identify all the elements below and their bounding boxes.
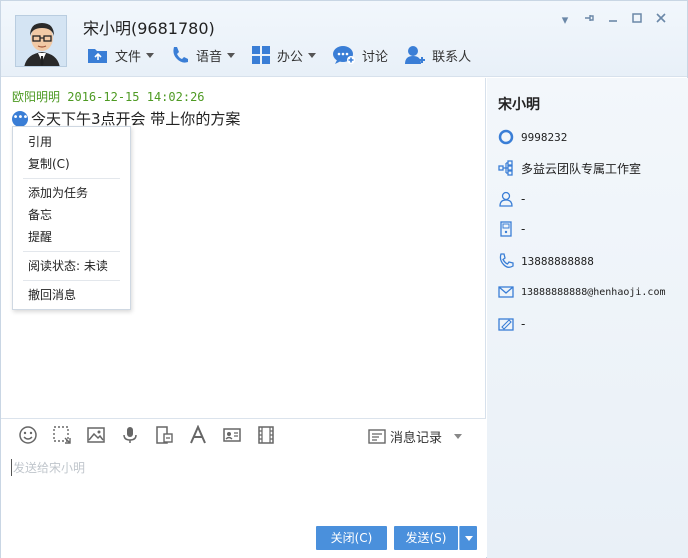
menu-item-read-status[interactable]: 阅读状态: 未读 (13, 255, 130, 277)
menu-item-quote[interactable]: 引用 (13, 131, 130, 153)
profile-mobile-row: 13888888888 (497, 252, 594, 270)
menu-item-copy[interactable]: 复制(C) (13, 153, 130, 175)
phone-icon (497, 252, 515, 270)
discuss-label: 讨论 (362, 49, 389, 65)
chevron-down-icon (464, 536, 473, 541)
add-contact-icon (405, 46, 426, 64)
voice-menu-button[interactable]: 语音 (170, 43, 236, 67)
window-controls: ▾ (553, 11, 673, 31)
profile-id-row: 9998232 (497, 128, 567, 146)
grid-apps-icon (252, 46, 271, 64)
send-button[interactable]: 发送(S) (394, 526, 458, 550)
signature-icon (497, 315, 515, 333)
avatar[interactable] (15, 15, 67, 67)
folder-upload-icon (88, 49, 107, 63)
menu-divider (23, 280, 120, 281)
chevron-down-icon (308, 52, 317, 58)
window-title: 宋小明(9681780) (83, 19, 215, 38)
mail-icon (497, 283, 515, 301)
microphone-icon[interactable] (117, 424, 143, 446)
input-toolbar: 消息记录 (1, 418, 486, 450)
file-label: 文件 (115, 49, 142, 65)
profile-email[interactable]: 13888888888@henhaoji.com (521, 287, 666, 298)
dropdown-menu-icon[interactable]: ▾ (553, 11, 577, 31)
message-header: 欧阳明明 2016-12-15 14:02:26 (12, 88, 205, 105)
chevron-down-icon (146, 52, 155, 58)
sender-name: 欧阳明明 (12, 90, 61, 104)
contacts-label: 联系人 (432, 49, 472, 65)
history-icon (368, 428, 386, 444)
profile-email-row: 13888888888@henhaoji.com (497, 283, 666, 301)
maximize-icon[interactable] (625, 11, 649, 31)
screenshot-icon[interactable] (49, 424, 75, 446)
avatar-image (16, 16, 66, 66)
font-icon[interactable] (185, 424, 211, 446)
context-menu: 引用 复制(C) 添加为任务 备忘 提醒 阅读状态: 未读 撤回消息 (12, 126, 131, 310)
profile-signature: - (521, 317, 526, 331)
minimize-icon[interactable] (601, 11, 625, 31)
chat-bubble-icon (333, 46, 356, 64)
menu-item-recall[interactable]: 撤回消息 (13, 284, 130, 306)
chevron-down-icon (227, 52, 236, 58)
chat-window: 宋小明(9681780) ▾ 文件 语音 办公 讨论 联系人 欧阳明明 2016… (0, 0, 688, 558)
file-menu-button[interactable]: 文件 (87, 43, 155, 67)
profile-ext-row: - (497, 220, 525, 238)
message-history-label: 消息记录 (389, 431, 442, 446)
profile-phone-ext: - (521, 222, 526, 236)
org-chart-icon (497, 159, 515, 177)
profile-panel: 宋小明 9998232 多益云团队专属工作室 - - 13888888888 1… (487, 78, 688, 558)
emoji-icon[interactable] (15, 424, 41, 446)
profile-name: 宋小明 (498, 97, 540, 113)
profile-dept: - (521, 192, 526, 206)
phone-icon (173, 47, 189, 63)
menu-item-remind[interactable]: 提醒 (13, 226, 130, 248)
more-options-icon[interactable]: ••• (12, 110, 28, 127)
image-icon[interactable] (83, 424, 109, 446)
close-icon[interactable] (649, 11, 673, 31)
film-icon[interactable] (253, 424, 279, 446)
office-menu-button[interactable]: 办公 (251, 43, 317, 67)
voice-label: 语音 (196, 49, 223, 65)
menu-item-memo[interactable]: 备忘 (13, 204, 130, 226)
pin-icon[interactable] (577, 11, 601, 31)
profile-org: 多益云团队专属工作室 (521, 161, 642, 176)
profile-signature-row: - (497, 315, 525, 333)
toolbar: 文件 语音 办公 讨论 联系人 (87, 43, 487, 67)
menu-divider (23, 251, 120, 252)
desk-phone-icon (497, 220, 515, 238)
send-file-icon[interactable] (151, 424, 177, 446)
profile-mobile[interactable]: 13888888888 (521, 255, 594, 268)
profile-id: 9998232 (521, 130, 568, 144)
discuss-button[interactable]: 讨论 (332, 43, 388, 67)
ring-icon (497, 128, 515, 146)
business-card-icon[interactable] (219, 424, 245, 446)
person-icon (497, 190, 515, 208)
header: 宋小明(9681780) ▾ 文件 语音 办公 讨论 联系人 (1, 1, 687, 77)
close-button[interactable]: 关闭(C) (316, 526, 387, 550)
input-placeholder: 发送给宋小明 (11, 459, 86, 476)
chevron-down-icon[interactable] (454, 434, 462, 439)
profile-org-row: 多益云团队专属工作室 (497, 159, 641, 177)
contacts-button[interactable]: 联系人 (404, 43, 471, 67)
menu-item-add-task[interactable]: 添加为任务 (13, 182, 130, 204)
menu-divider (23, 178, 120, 179)
message-history-button[interactable]: 消息记录 (368, 427, 462, 446)
message-time: 2016-12-15 14:02:26 (67, 90, 205, 104)
send-options-button[interactable] (459, 526, 477, 550)
profile-dept-row: - (497, 190, 525, 208)
office-label: 办公 (277, 49, 304, 65)
